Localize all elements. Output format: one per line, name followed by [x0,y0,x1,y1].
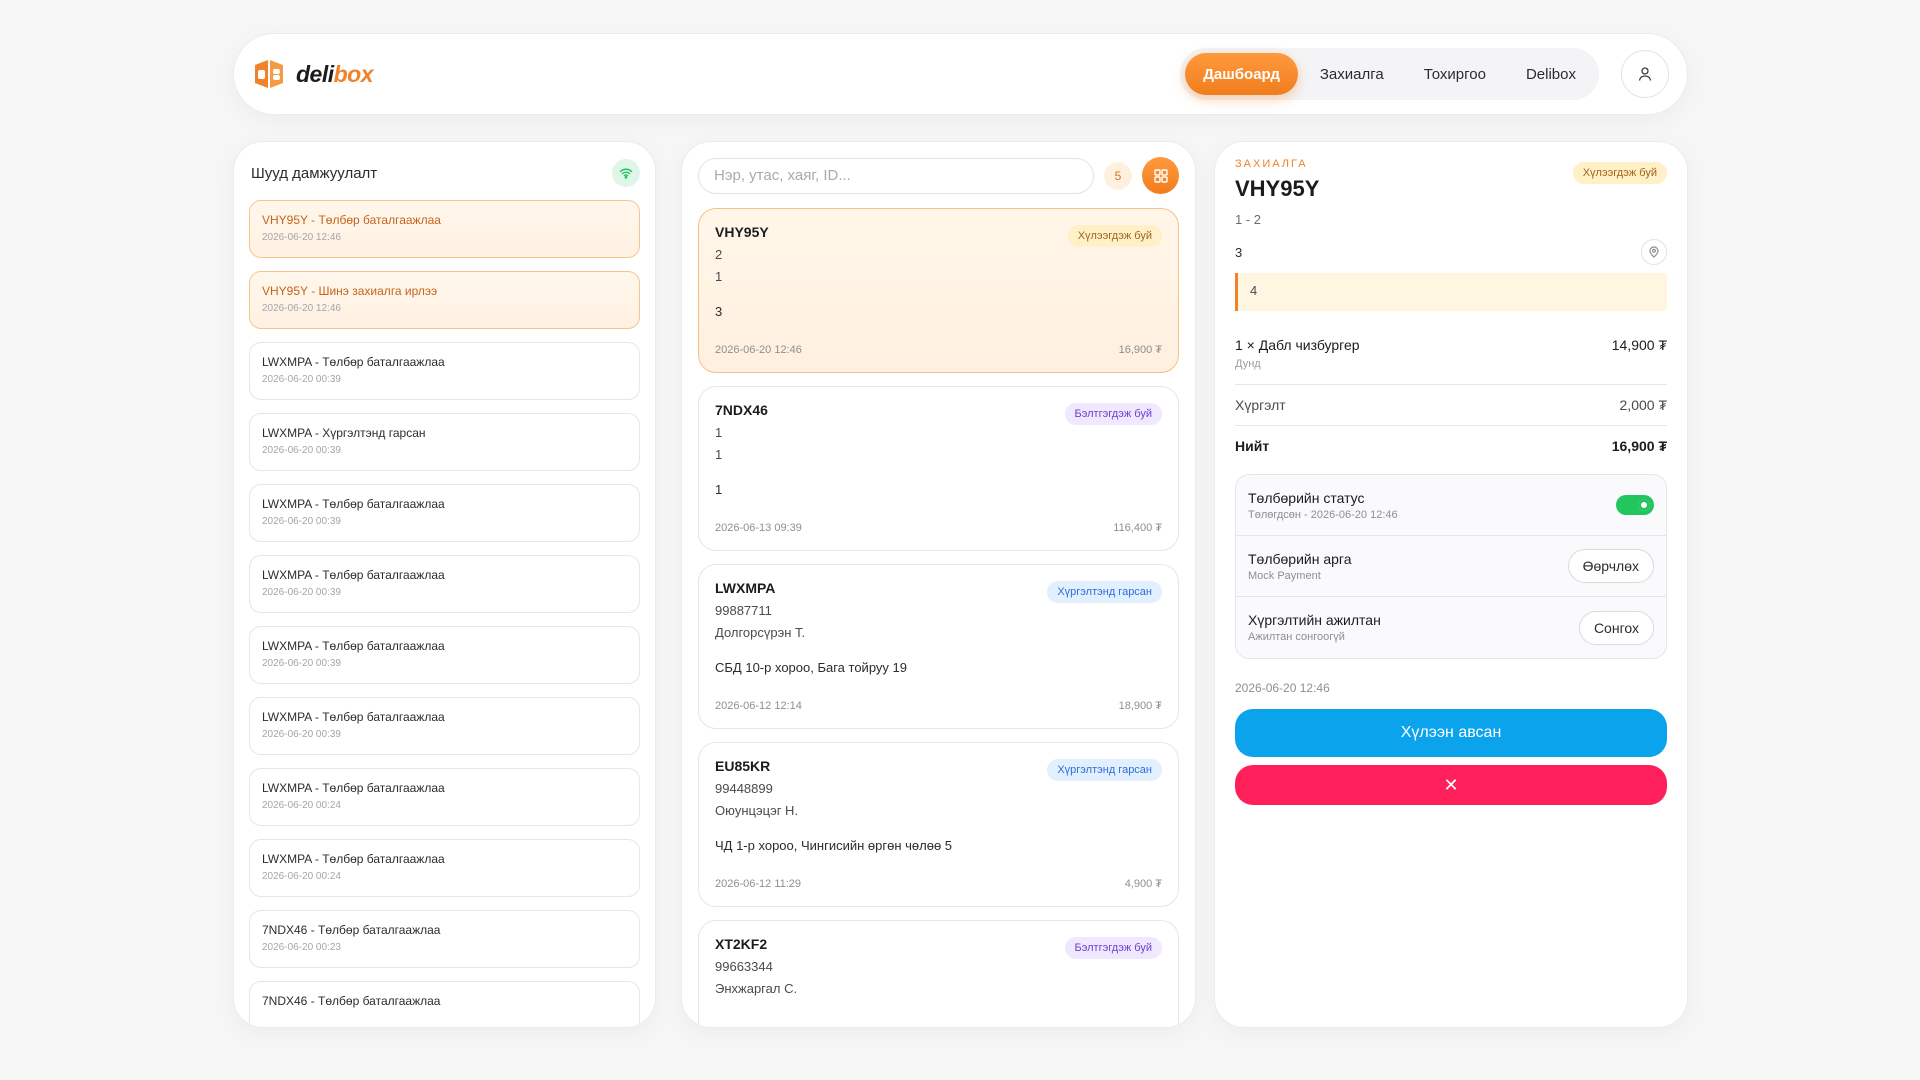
feed-item[interactable]: LWXMPA - Төлбөр баталгаажлаа 2026-06-20 0… [249,697,640,755]
order-time: 2026-06-13 09:39 [715,522,802,534]
payment-method-sub: Mock Payment [1248,569,1321,582]
box-logo-icon [255,60,283,88]
status-badge: Бэлтгэгдэж буй [1064,937,1162,959]
detail-subline: 1 - 2 [1235,212,1262,227]
order-phone: 99663344 [715,959,773,974]
order-card[interactable]: VHY95Y Хүлээгдэж буй 2 1 3 2026-06-20 12… [698,208,1179,373]
grid-icon [1153,168,1168,183]
map-pin-button[interactable] [1641,239,1667,265]
live-feed-panel: Шууд дамжуулалт VHY95Y - Төлбөр баталгаа… [233,141,656,1028]
order-customer: 1 [715,447,723,462]
courier-sub: Ажилтан сонгоогүй [1248,631,1345,643]
change-payment-button[interactable]: Өөрчлөх [1567,549,1654,583]
feed-item[interactable]: LWXMPA - Төлбөр баталгаажлаа 2026-06-20 0… [249,484,640,542]
feed-item[interactable]: LWXMPA - Хүргэлтэнд гарсан 2026-06-20 00:… [249,413,640,471]
order-customer: Долгорсүрэн Т. [715,625,806,640]
order-address: СБД 10-р хороо, Бага тойруу 19 [715,660,907,675]
feed-item[interactable]: VHY95Y - Төлбөр баталгаажлаа 2026-06-20 1… [249,200,640,258]
order-phone: 99887711 [715,603,772,618]
feed-item[interactable]: 7NDX46 - Төлбөр баталгаажлаа [249,981,640,1027]
tab-settings[interactable]: Тохиргоо [1406,53,1504,95]
total-value: 16,900 ₮ [1611,438,1667,454]
order-phone: 99448899 [715,781,773,796]
grid-view-button[interactable] [1142,157,1179,194]
payment-method-title: Төлбөрийн арга [1248,550,1352,567]
logo[interactable]: delibox [252,57,374,91]
order-card[interactable]: XT2KF2 Бэлтгэгдэж буй 99663344 Энхжаргал… [698,920,1179,1027]
status-badge: Бэлтгэгдэж буй [1064,403,1162,425]
payment-status-toggle[interactable] [1616,495,1654,515]
status-badge: Хүргэлтэнд гарсан [1047,581,1162,603]
order-note: 4 [1235,273,1667,311]
top-bar: delibox Дашбоард Захиалга Тохиргоо Delib… [233,33,1688,115]
order-address: 1 [715,482,723,497]
main-nav: Дашбоард Захиалга Тохиргоо Delibox [1180,48,1669,100]
order-total: 4,900 ₮ [1124,878,1162,890]
detail-status-badge: Хүлээгдэж буй [1572,162,1667,184]
feed-item[interactable]: LWXMPA - Төлбөр баталгаажлаа 2026-06-20 0… [249,768,640,826]
payment-status-sub: Төлөгдсөн - 2026-06-20 12:46 [1248,508,1398,521]
order-card[interactable]: LWXMPA Хүргэлтэнд гарсан 99887711 Долгор… [698,564,1179,729]
order-phone: 1 [715,425,723,440]
cancel-order-button[interactable]: ✕ [1235,765,1667,805]
payment-card: Төлбөрийн статус Төлөгдсөн - 2026-06-20 … [1235,474,1667,659]
order-time: 2026-06-12 12:14 [715,700,802,712]
payment-status-title: Төлбөрийн статус [1248,489,1365,506]
tab-orders[interactable]: Захиалга [1302,53,1402,95]
feed-item[interactable]: LWXMPA - Төлбөр баталгаажлаа 2026-06-20 0… [249,839,640,897]
user-menu-button[interactable] [1621,50,1669,98]
delivery-label: Хүргэлт [1235,397,1286,413]
order-address: 3 [715,304,723,319]
wifi-icon [619,168,633,179]
live-indicator [612,159,640,187]
detail-timestamp: 2026-06-20 12:46 [1235,681,1330,695]
order-customer: Энхжаргал С. [715,981,798,996]
order-count-badge: 5 [1104,161,1132,190]
detail-address: 3 [1235,244,1243,260]
tab-dashboard[interactable]: Дашбоард [1185,53,1298,95]
order-total: 116,400 ₮ [1113,522,1162,534]
map-pin-icon [1649,246,1659,258]
item-price: 14,900 ₮ [1611,337,1667,353]
nav-tabs: Дашбоард Захиалга Тохиргоо Delibox [1180,48,1599,100]
feed-item[interactable]: VHY95Y - Шинэ захиалга ирлээ 2026-06-20 1… [249,271,640,329]
user-icon [1638,67,1652,81]
order-card[interactable]: EU85KR Хүргэлтэнд гарсан 99448899 Оюунцэ… [698,742,1179,907]
order-list: VHY95Y Хүлээгдэж буй 2 1 3 2026-06-20 12… [698,208,1179,1027]
order-detail-panel: ЗАХИАЛГА VHY95Y Хүлээгдэж буй 1 - 2 3 4 … [1214,141,1688,1028]
feed-list: VHY95Y - Төлбөр баталгаажлаа 2026-06-20 1… [249,200,640,1027]
select-courier-button[interactable]: Сонгох [1578,610,1654,645]
order-customer: Оюунцэцэг Н. [715,803,799,818]
feed-item[interactable]: 7NDX46 - Төлбөр баталгаажлаа 2026-06-20 0… [249,910,640,968]
courier-title: Хүргэлтийн ажилтан [1248,612,1381,628]
feed-title: Шууд дамжуулалт [251,164,378,182]
feed-item[interactable]: LWXMPA - Төлбөр баталгаажлаа 2026-06-20 0… [249,342,640,400]
item-size: Дунд [1235,358,1667,385]
order-total: 18,900 ₮ [1118,700,1162,712]
order-time: 2026-06-20 12:46 [715,344,802,356]
orders-panel: 5 VHY95Y Хүлээгдэж буй 2 1 3 2026-06-20 … [681,141,1196,1028]
feed-item[interactable]: LWXMPA - Төлбөр баталгаажлаа 2026-06-20 0… [249,555,640,613]
order-card[interactable]: 7NDX46 Бэлтгэгдэж буй 1 1 1 2026-06-13 0… [698,386,1179,551]
delivery-value: 2,000 ₮ [1619,397,1667,413]
item-name: 1 × Дабл чизбургер [1235,337,1360,353]
accept-order-button[interactable]: Хүлээн авсан [1235,709,1667,757]
order-total: 16,900 ₮ [1118,344,1162,356]
order-address: ЧД 1-р хороо, Чингисийн өргөн чөлөө 5 [715,838,953,853]
status-badge: Хүргэлтэнд гарсан [1047,759,1162,781]
total-label: Нийт [1235,438,1270,454]
search-input[interactable] [698,157,1094,194]
order-customer: 1 [715,269,723,284]
tab-delibox[interactable]: Delibox [1508,53,1594,95]
status-badge: Хүлээгдэж буй [1067,225,1162,247]
feed-item[interactable]: LWXMPA - Төлбөр баталгаажлаа 2026-06-20 0… [249,626,640,684]
order-time: 2026-06-12 11:29 [715,878,802,890]
order-phone: 2 [715,247,723,262]
brand-name: delibox [296,60,374,87]
